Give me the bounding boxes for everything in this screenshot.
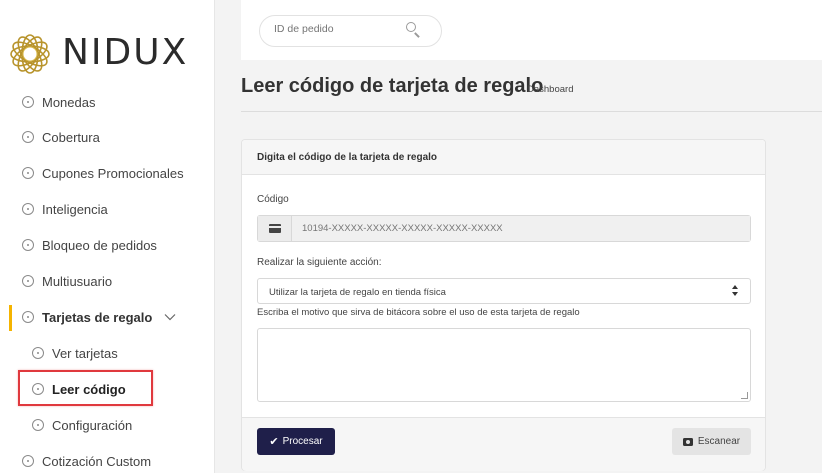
sidebar-item-inteligencia[interactable]: Inteligencia (0, 195, 214, 223)
scan-button[interactable]: Escanear (672, 428, 751, 455)
main-content: Leer código de tarjeta de regalo Dashboa… (216, 0, 822, 473)
card-footer: ✔ Procesar Escanear (242, 417, 765, 471)
chevron-down-icon (164, 314, 176, 321)
page-title: Leer código de tarjeta de regalo (241, 75, 544, 97)
sidebar-item-label: Configuración (52, 417, 133, 433)
brand-name: NIDUX (62, 32, 189, 73)
code-addon (258, 216, 292, 241)
circle-dot-icon (22, 167, 34, 179)
sidebar-item-monedas[interactable]: Monedas (0, 88, 214, 116)
reason-textarea[interactable] (257, 328, 751, 402)
reason-label: Escriba el motivo que sirva de bitácora … (257, 307, 580, 318)
code-input-group (257, 215, 751, 242)
process-button-label: Procesar (282, 436, 323, 447)
scan-button-label: Escanear (697, 436, 741, 447)
top-bar (241, 0, 822, 60)
action-select[interactable]: Utilizar la tarjeta de regalo en tienda … (257, 278, 751, 304)
process-button[interactable]: ✔ Procesar (257, 428, 335, 455)
action-label: Realizar la siguiente acción: (257, 257, 382, 268)
gift-card-code-input[interactable] (292, 216, 750, 241)
sidebar-item-label: Inteligencia (42, 201, 108, 217)
sidebar-item-cupones[interactable]: Cupones Promocionales (0, 159, 214, 187)
camera-icon (682, 437, 693, 446)
gift-card-reader-card: Digita el código de la tarjeta de regalo… (241, 139, 766, 471)
sidebar-item-tarjetas-de-regalo[interactable]: Tarjetas de regalo (0, 303, 214, 331)
sidebar-item-label: Multiusuario (42, 273, 113, 289)
nidux-logo-icon (10, 34, 50, 74)
circle-dot-icon (22, 455, 34, 467)
resize-handle-icon[interactable] (741, 392, 748, 399)
circle-dot-icon (22, 131, 34, 143)
sidebar-item-label: Monedas (42, 94, 96, 110)
select-arrows-icon (732, 284, 740, 298)
circle-dot-icon (22, 203, 34, 215)
sidebar-item-label: Bloqueo de pedidos (42, 237, 157, 253)
card-header-title: Digita el código de la tarjeta de regalo (257, 152, 438, 163)
sidebar-item-label: Cupones Promocionales (42, 165, 184, 181)
breadcrumb-dashboard[interactable]: Dashboard (527, 84, 573, 95)
brand-logo[interactable]: NIDUX (6, 30, 211, 78)
code-label: Código (257, 194, 289, 205)
order-id-search-input[interactable] (274, 23, 404, 35)
sidebar-item-ver-tarjetas[interactable]: Ver tarjetas (0, 339, 214, 367)
circle-dot-icon (22, 311, 34, 323)
circle-dot-icon (32, 347, 44, 359)
search-box[interactable] (259, 15, 442, 47)
circle-dot-icon (22, 96, 34, 108)
sidebar-item-multiusuario[interactable]: Multiusuario (0, 267, 214, 295)
sidebar-item-label: Cotización Custom (42, 453, 152, 469)
sidebar-item-bloqueo[interactable]: Bloqueo de pedidos (0, 231, 214, 259)
circle-dot-icon (32, 419, 44, 431)
sidebar-item-cobertura[interactable]: Cobertura (0, 123, 214, 151)
sidebar-item-label: Ver tarjetas (52, 345, 118, 361)
action-select-value: Utilizar la tarjeta de regalo en tienda … (269, 287, 446, 298)
sidebar-item-configuracion[interactable]: Configuración (0, 411, 214, 439)
sidebar-item-label: Tarjetas de regalo (42, 309, 153, 325)
sidebar-item-cotizacion-custom[interactable]: Cotización Custom (0, 447, 214, 473)
checkmark-icon: ✔ (269, 436, 279, 448)
search-icon[interactable] (406, 22, 420, 38)
sidebar-item-label: Cobertura (42, 129, 100, 145)
credit-card-icon (269, 224, 281, 233)
divider (241, 111, 822, 112)
circle-dot-icon (22, 239, 34, 251)
circle-dot-icon (22, 275, 34, 287)
sidebar: NIDUX Monedas Cobertura Cupones Promocio… (0, 0, 215, 473)
card-header: Digita el código de la tarjeta de regalo (242, 140, 765, 175)
current-item-highlight (18, 370, 153, 406)
